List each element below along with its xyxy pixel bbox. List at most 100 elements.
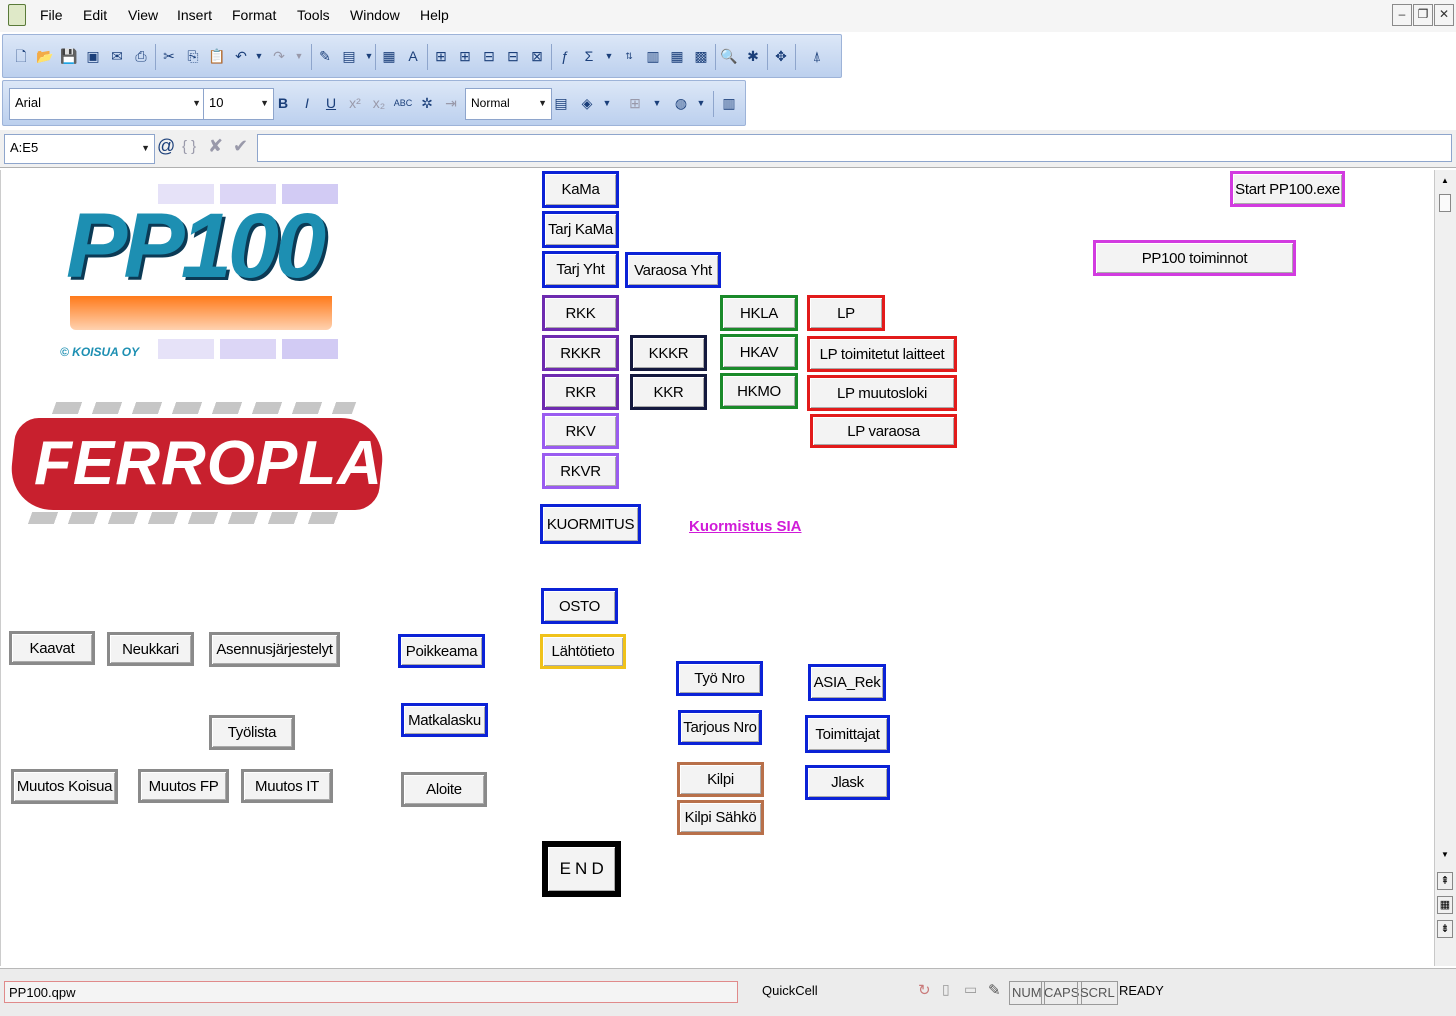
fill-icon[interactable]: ▤ bbox=[339, 46, 359, 66]
menu-help[interactable]: Help bbox=[420, 7, 449, 23]
shrink-icon[interactable]: ✲ bbox=[417, 93, 437, 113]
open-icon[interactable]: 📂 bbox=[35, 46, 55, 66]
font-name-select[interactable]: Arial ▼ bbox=[9, 88, 206, 120]
rkkr-button[interactable]: RKKR bbox=[542, 335, 619, 371]
lp-varaosa-button[interactable]: LP varaosa bbox=[810, 414, 957, 448]
muutos-it-button[interactable]: Muutos IT bbox=[241, 769, 333, 803]
border-icon[interactable]: ⊞ bbox=[625, 93, 645, 113]
format-painter-icon[interactable]: ✎ bbox=[315, 46, 335, 66]
fill-color-icon[interactable]: ◈ bbox=[577, 93, 597, 113]
sum-dropdown-icon[interactable]: ▼ bbox=[599, 46, 619, 66]
chart-icon[interactable]: ▦ bbox=[379, 46, 399, 66]
scroll-up-icon[interactable]: ▲ bbox=[1438, 176, 1452, 185]
speedfill-icon[interactable]: ▥ bbox=[643, 46, 663, 66]
font-size-select[interactable]: 10 ▼ bbox=[203, 88, 274, 120]
italic-icon[interactable]: I bbox=[297, 93, 317, 113]
app-icon[interactable] bbox=[8, 4, 26, 26]
aloite-button[interactable]: Aloite bbox=[401, 772, 487, 807]
muutos-fp-button[interactable]: Muutos FP bbox=[138, 769, 229, 803]
lp-toimitetut-button[interactable]: LP toimitetut laitteet bbox=[807, 336, 957, 372]
kilpi-sahko-button[interactable]: Kilpi Sähkö bbox=[677, 800, 764, 835]
kuormitus-button[interactable]: KUORMITUS bbox=[540, 504, 641, 544]
lahtotieto-button[interactable]: Lähtötieto bbox=[540, 634, 626, 669]
kama-button[interactable]: KaMa bbox=[542, 171, 619, 208]
keyboard-icon[interactable]: ▭ bbox=[964, 981, 977, 998]
zoom-icon[interactable]: 🔍 bbox=[719, 46, 739, 66]
fill-dropdown-icon[interactable]: ▼ bbox=[359, 46, 379, 66]
quickcell-label[interactable]: QuickCell bbox=[762, 983, 818, 998]
at-icon[interactable]: @ bbox=[157, 136, 175, 157]
page-down-icon[interactable]: ⇟ bbox=[1437, 920, 1453, 938]
star-icon[interactable]: ✱ bbox=[743, 46, 763, 66]
tarj-kama-button[interactable]: Tarj KaMa bbox=[542, 211, 619, 248]
sum-icon[interactable]: Σ bbox=[579, 46, 599, 66]
menu-edit[interactable]: Edit bbox=[83, 7, 107, 23]
style-select[interactable]: Normal ▼ bbox=[465, 88, 552, 120]
lp-button[interactable]: LP bbox=[807, 295, 885, 331]
mail-icon[interactable]: ✉ bbox=[107, 46, 127, 66]
recalc-icon[interactable]: ↻ bbox=[918, 981, 931, 999]
pp100-toiminnot-button[interactable]: PP100 toiminnot bbox=[1093, 240, 1296, 276]
asennusjarjestelyt-button[interactable]: Asennusjärjestelyt bbox=[209, 632, 340, 667]
delete-col-icon[interactable]: ⊟ bbox=[503, 46, 523, 66]
fill-color-dropdown-icon[interactable]: ▼ bbox=[597, 93, 617, 113]
scroll-down-icon[interactable]: ▼ bbox=[1438, 850, 1452, 859]
rkv-button[interactable]: RKV bbox=[542, 413, 619, 449]
insert-row-icon[interactable]: ⊞ bbox=[431, 46, 451, 66]
pen-icon[interactable]: ✎ bbox=[988, 981, 1001, 999]
rkk-button[interactable]: RKK bbox=[542, 295, 619, 331]
text-color-icon[interactable]: ◍ bbox=[671, 93, 691, 113]
new-icon[interactable]: 🗋 bbox=[11, 46, 31, 66]
superscript-icon[interactable]: x² bbox=[345, 93, 365, 113]
copy-icon[interactable]: ⎘ bbox=[183, 46, 203, 66]
undo-dropdown-icon[interactable]: ▼ bbox=[249, 46, 269, 66]
calculator-icon[interactable]: ▯ bbox=[942, 981, 950, 998]
hkmo-button[interactable]: HKMO bbox=[720, 373, 798, 409]
pdf-icon[interactable]: ▣ bbox=[83, 46, 103, 66]
cell-reference-select[interactable]: A:E5 ▼ bbox=[4, 134, 155, 164]
indent-icon[interactable]: ⇥ bbox=[441, 93, 461, 113]
paste-icon[interactable]: 📋 bbox=[207, 46, 227, 66]
rkvr-button[interactable]: RKVR bbox=[542, 453, 619, 489]
tyo-nro-button[interactable]: Työ Nro bbox=[676, 661, 763, 696]
start-pp100-button[interactable]: Start PP100.exe bbox=[1230, 171, 1345, 207]
lp-muutosloki-button[interactable]: LP muutosloki bbox=[807, 375, 957, 411]
tarjous-nro-button[interactable]: Tarjous Nro bbox=[678, 710, 762, 745]
print-icon[interactable]: ⎙ bbox=[131, 46, 151, 66]
redo-dropdown-icon[interactable]: ▼ bbox=[289, 46, 309, 66]
close-icon[interactable]: ✕ bbox=[1434, 4, 1454, 26]
page-up-icon[interactable]: ⇞ bbox=[1437, 872, 1453, 890]
asia-rek-button[interactable]: ASIA_Rek bbox=[808, 664, 886, 701]
matkalasku-button[interactable]: Matkalasku bbox=[401, 703, 488, 737]
restore-icon[interactable]: ❐ bbox=[1413, 4, 1433, 26]
menu-window[interactable]: Window bbox=[350, 7, 400, 23]
rkr-button[interactable]: RKR bbox=[542, 374, 619, 410]
jlask-button[interactable]: Jlask bbox=[805, 765, 890, 800]
minimize-icon[interactable]: – bbox=[1392, 4, 1412, 26]
strikethrough-icon[interactable]: ABC bbox=[393, 93, 413, 113]
sheet-tabs-icon[interactable]: ▦ bbox=[1437, 896, 1453, 914]
menu-file[interactable]: File bbox=[40, 7, 63, 23]
properties-icon[interactable]: ▥ bbox=[719, 93, 739, 113]
kuormistus-sia-link[interactable]: Kuormistus SIA bbox=[689, 518, 802, 535]
tyolista-button[interactable]: Työlista bbox=[209, 715, 295, 750]
hkav-button[interactable]: HKAV bbox=[720, 334, 798, 370]
text-box-icon[interactable]: A bbox=[403, 46, 423, 66]
sort-icon[interactable]: ⇅ bbox=[619, 46, 639, 66]
toolbar-options-icon[interactable]: ⍋ bbox=[807, 46, 827, 66]
subscript-icon[interactable]: x₂ bbox=[369, 93, 389, 113]
fit-icon[interactable]: ⊠ bbox=[527, 46, 547, 66]
confirm-icon[interactable]: ✔ bbox=[233, 136, 248, 157]
redo-icon[interactable]: ↷ bbox=[269, 46, 289, 66]
kkr-button[interactable]: KKR bbox=[630, 374, 707, 410]
undo-icon[interactable]: ↶ bbox=[231, 46, 251, 66]
tarj-yht-button[interactable]: Tarj Yht bbox=[542, 251, 619, 288]
text-color-dropdown-icon[interactable]: ▼ bbox=[691, 93, 711, 113]
menu-view[interactable]: View bbox=[128, 7, 158, 23]
muutos-koisua-button[interactable]: Muutos Koisua bbox=[11, 769, 118, 804]
neukkari-button[interactable]: Neukkari bbox=[107, 632, 194, 666]
grid-icon[interactable]: ▩ bbox=[691, 46, 711, 66]
table-icon[interactable]: ▦ bbox=[667, 46, 687, 66]
bold-icon[interactable]: B bbox=[273, 93, 293, 113]
align-icon[interactable]: ▤ bbox=[551, 93, 571, 113]
